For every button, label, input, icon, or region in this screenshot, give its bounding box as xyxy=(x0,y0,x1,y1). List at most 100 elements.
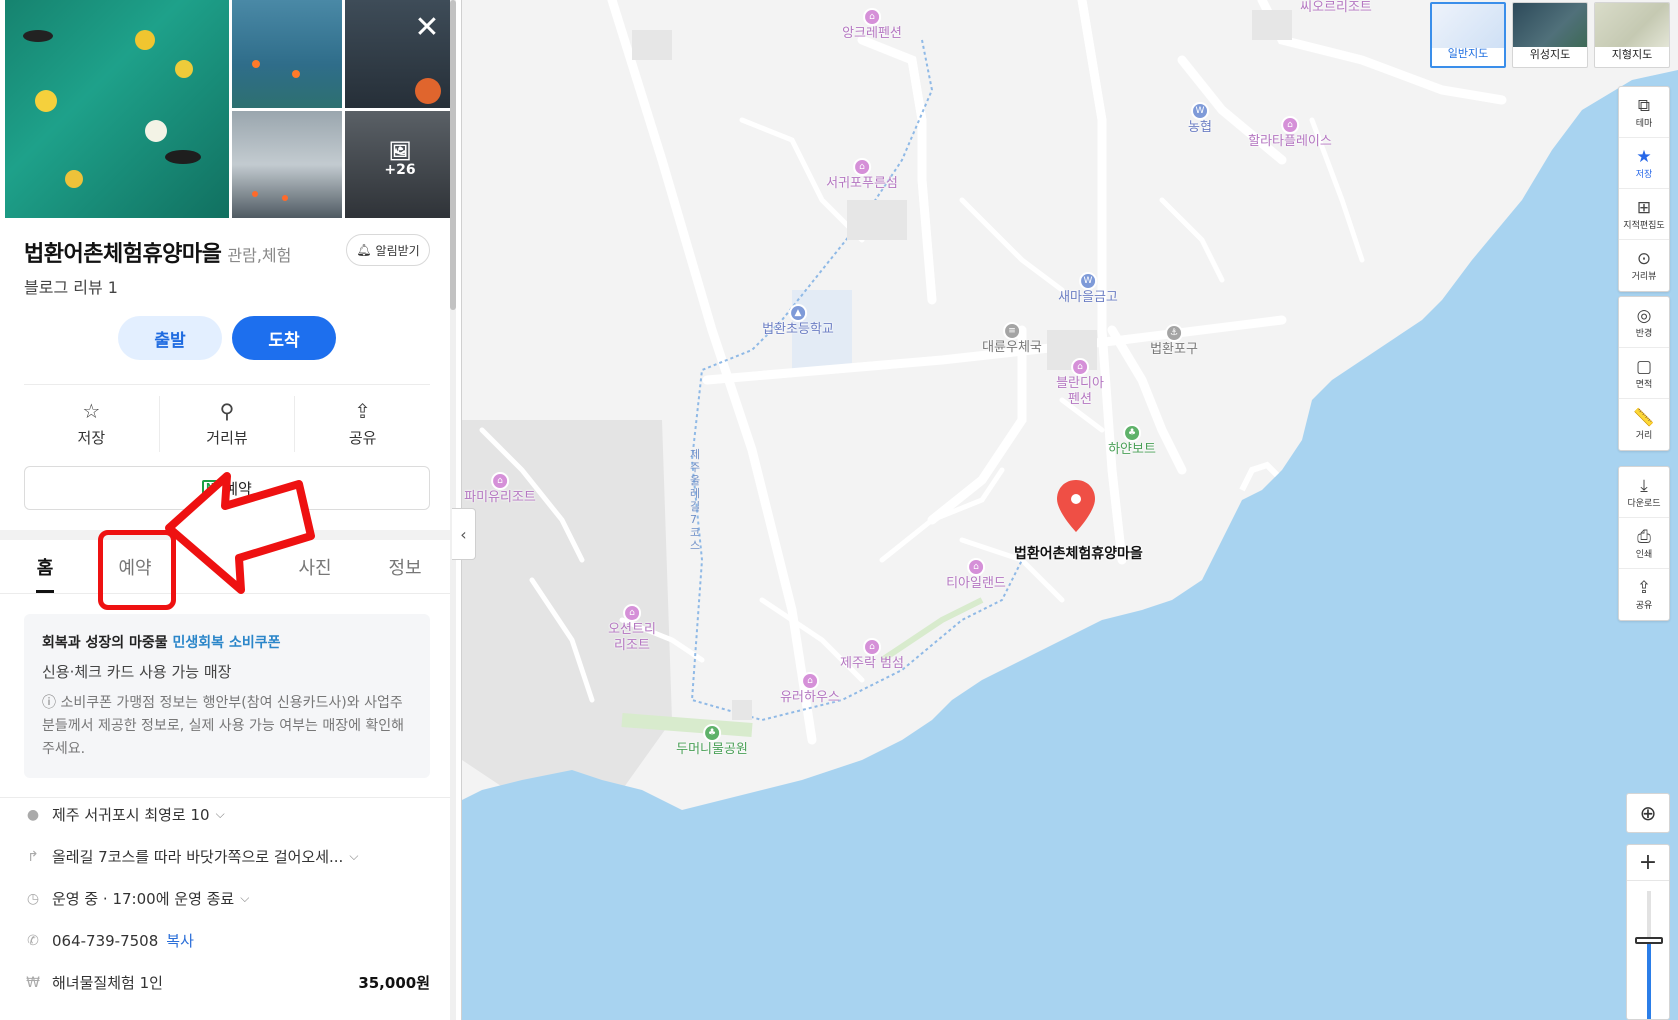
bed-icon: ⌂ xyxy=(1280,116,1299,134)
alarm-button[interactable]: 🔔︎ 알림받기 xyxy=(346,234,430,266)
poi-dumeonimul-park[interactable]: ♣ 두머니물공원 xyxy=(676,724,748,758)
normal-map-thumb xyxy=(1432,4,1504,48)
poi-beophwan-port[interactable]: ⚓ 법환포구 xyxy=(1150,324,1198,358)
poi-halata-place[interactable]: ⌂ 할라타플레이스 xyxy=(1248,116,1332,150)
tool-label: 거리 xyxy=(1635,431,1653,441)
divider xyxy=(0,797,450,798)
map-type-satellite[interactable]: 위성지도 xyxy=(1512,2,1588,68)
photo-thumb-1[interactable] xyxy=(232,0,342,108)
terrain-map-thumb xyxy=(1595,3,1669,47)
tool-label: 인쇄 xyxy=(1635,549,1653,560)
tab-home[interactable]: 홈 xyxy=(0,540,90,593)
poi-daeryun-post[interactable]: ≡ 대륜우체국 xyxy=(982,322,1042,356)
distance-tool[interactable]: 📏 거리 xyxy=(1619,399,1669,450)
save-action[interactable]: ☆ 저장 xyxy=(24,396,160,452)
poi-label: 새마을금고 xyxy=(1058,290,1118,305)
tool-label: 지적편집도 xyxy=(1623,220,1665,231)
chevron-down-icon: ⌵ xyxy=(349,849,359,863)
zoom-slider-handle[interactable] xyxy=(1635,936,1663,944)
arrive-button[interactable]: 도착 xyxy=(232,316,336,360)
poi-label: 하얀보트 xyxy=(1108,442,1156,457)
streetview-icon: ⊙ xyxy=(1636,249,1652,269)
poi-label: 블란디아 펜션 xyxy=(1056,376,1104,407)
bed-icon: ⌂ xyxy=(852,158,871,176)
poi-ssiori-resort[interactable]: 씨오르리조트 xyxy=(1300,0,1372,16)
star-icon: ★ xyxy=(1636,146,1652,167)
phone-icon: ✆ xyxy=(27,932,39,949)
start-button[interactable]: 출발 xyxy=(118,316,222,360)
radius-tool[interactable]: ◎ 반경 xyxy=(1619,297,1669,348)
poi-beophwan-school[interactable]: ▲ 법환초등학교 xyxy=(762,304,834,338)
poi-yureo-house[interactable]: ⌂ 유러하우스 xyxy=(780,672,840,706)
photo-gallery: 🖼 +26 ✕ xyxy=(5,0,455,218)
current-location-button[interactable]: ⊕ xyxy=(1626,793,1670,833)
poi-blandia-pension[interactable]: ⌂ 블란디아 펜션 xyxy=(1056,358,1104,408)
directions-row[interactable]: ↱ 올레길 7코스를 따라 바닷가쪽으로 걸어오세... ⌵ xyxy=(24,846,430,867)
poi-nonghyup[interactable]: W 농협 xyxy=(1188,102,1212,136)
tab-info[interactable]: 정보 xyxy=(360,540,450,593)
panel-scrollbar-thumb[interactable] xyxy=(450,0,456,310)
poi-label: 오션트리 리조트 xyxy=(608,622,656,653)
marker-label: 법환어촌체험휴양마을 xyxy=(1014,546,1143,562)
poi-angkre-pension[interactable]: ⌂ 앙크레펜션 xyxy=(842,8,902,42)
poi-tea-island[interactable]: ⌂ 티아일랜드 xyxy=(946,558,1006,592)
place-marker[interactable] xyxy=(1054,478,1098,534)
direction-arrow-icon: ↱ xyxy=(27,848,39,865)
directions-text: 올레길 7코스를 따라 바닷가쪽으로 걸어오세... xyxy=(52,848,344,866)
tool-label: 공유 xyxy=(1635,601,1653,611)
photo-thumb-3[interactable] xyxy=(232,111,342,218)
close-panel-button[interactable]: ✕ xyxy=(409,10,445,46)
area-tool[interactable]: ▢ 면적 xyxy=(1619,348,1669,399)
pin-outline-icon: ⚲ xyxy=(219,398,235,423)
share-tool[interactable]: ⇪ 공유 xyxy=(1619,569,1669,620)
zoom-slider-track[interactable] xyxy=(1647,891,1651,1019)
school-icon: ▲ xyxy=(788,304,807,322)
collapse-panel-button[interactable]: ‹ xyxy=(452,508,476,560)
poi-hayan-boat[interactable]: ♣ 하얀보트 xyxy=(1108,424,1156,458)
address-row[interactable]: ● 제주 서귀포시 최영로 10 ⌵ xyxy=(24,804,430,825)
tool-label: 반경 xyxy=(1635,328,1653,339)
map-canvas[interactable]: 씨오르리조트 ⌂ 앙크레펜션 W 농협 ⌂ 할라타플레이스 ⌂ 서귀포푸른섬 W 새마을금… xyxy=(462,0,1678,1020)
bed-icon: ⌂ xyxy=(863,8,881,26)
poi-oceantree-resort[interactable]: ⌂ 오션트리 리조트 xyxy=(608,604,656,654)
map-type-terrain[interactable]: 지형지도 xyxy=(1594,2,1670,68)
cadastral-tool[interactable]: ⊞ 지적편집도 xyxy=(1619,189,1669,240)
notice-highlight[interactable]: 민생회복 소비쿠폰 xyxy=(173,635,281,651)
poi-label: 농협 xyxy=(1188,120,1212,135)
bed-icon: ⌂ xyxy=(490,472,509,490)
menu-row[interactable]: ₩ 해녀물질체험 1인 35,000원 xyxy=(24,972,430,993)
notice-prefix: 회복과 성장의 마중물 xyxy=(42,635,168,651)
map-tools-group-1: ⧉ 테마 ★ 저장 ⊞ 지적편집도 ⊙ 거리뷰 xyxy=(1618,86,1670,292)
blog-review-link[interactable]: 블로그 리뷰 1 xyxy=(24,274,118,298)
satellite-map-thumb xyxy=(1513,3,1587,47)
zoom-in-button[interactable]: + xyxy=(1627,845,1669,881)
print-tool[interactable]: ⎙ 인쇄 xyxy=(1619,518,1669,569)
theme-tool[interactable]: ⧉ 테마 xyxy=(1619,87,1669,138)
poi-jejurak-beomseom[interactable]: ⌂ 제주락 범섬 xyxy=(840,638,904,672)
photo-main[interactable] xyxy=(5,0,229,218)
save-tool[interactable]: ★ 저장 xyxy=(1619,138,1669,189)
map-type-normal[interactable]: 일반지도 xyxy=(1430,2,1506,68)
streetview-tool[interactable]: ⊙ 거리뷰 xyxy=(1619,240,1669,291)
place-category: 관람,체험 xyxy=(227,246,292,265)
copy-phone-button[interactable]: 복사 xyxy=(166,930,194,951)
poi-saemaeul-bank[interactable]: W 새마을금고 xyxy=(1058,272,1118,306)
download-tool[interactable]: ⤓ 다운로드 xyxy=(1619,467,1669,518)
tool-label: 저장 xyxy=(1635,169,1653,180)
streetview-action[interactable]: ⚲ 거리뷰 xyxy=(160,396,296,452)
more-photos-count: +26 xyxy=(384,162,416,178)
trail-label: 제주올레길7코스 xyxy=(690,448,701,552)
photo-thumb-more[interactable]: 🖼 +26 xyxy=(345,111,455,218)
port-icon: ⚓ xyxy=(1165,324,1183,342)
chevron-left-icon: ‹ xyxy=(460,524,467,544)
poi-seogwipo-pureunseom[interactable]: ⌂ 서귀포푸른섬 xyxy=(826,158,898,192)
cadastral-icon: ⊞ xyxy=(1636,197,1652,218)
poi-label: 법환포구 xyxy=(1150,342,1198,357)
image-icon: 🖼 xyxy=(388,141,412,162)
poi-famille-resort[interactable]: ⌂ 파미유리조트 xyxy=(464,472,536,506)
hours-row[interactable]: ◷ 운영 중 · 17:00에 운영 종료 ⌵ xyxy=(24,888,430,909)
share-action[interactable]: ⇪ 공유 xyxy=(295,396,430,452)
bed-icon: ⌂ xyxy=(1071,358,1089,376)
menu-item-price: 35,000원 xyxy=(358,974,430,992)
poi-label: 앙크레펜션 xyxy=(842,26,902,41)
